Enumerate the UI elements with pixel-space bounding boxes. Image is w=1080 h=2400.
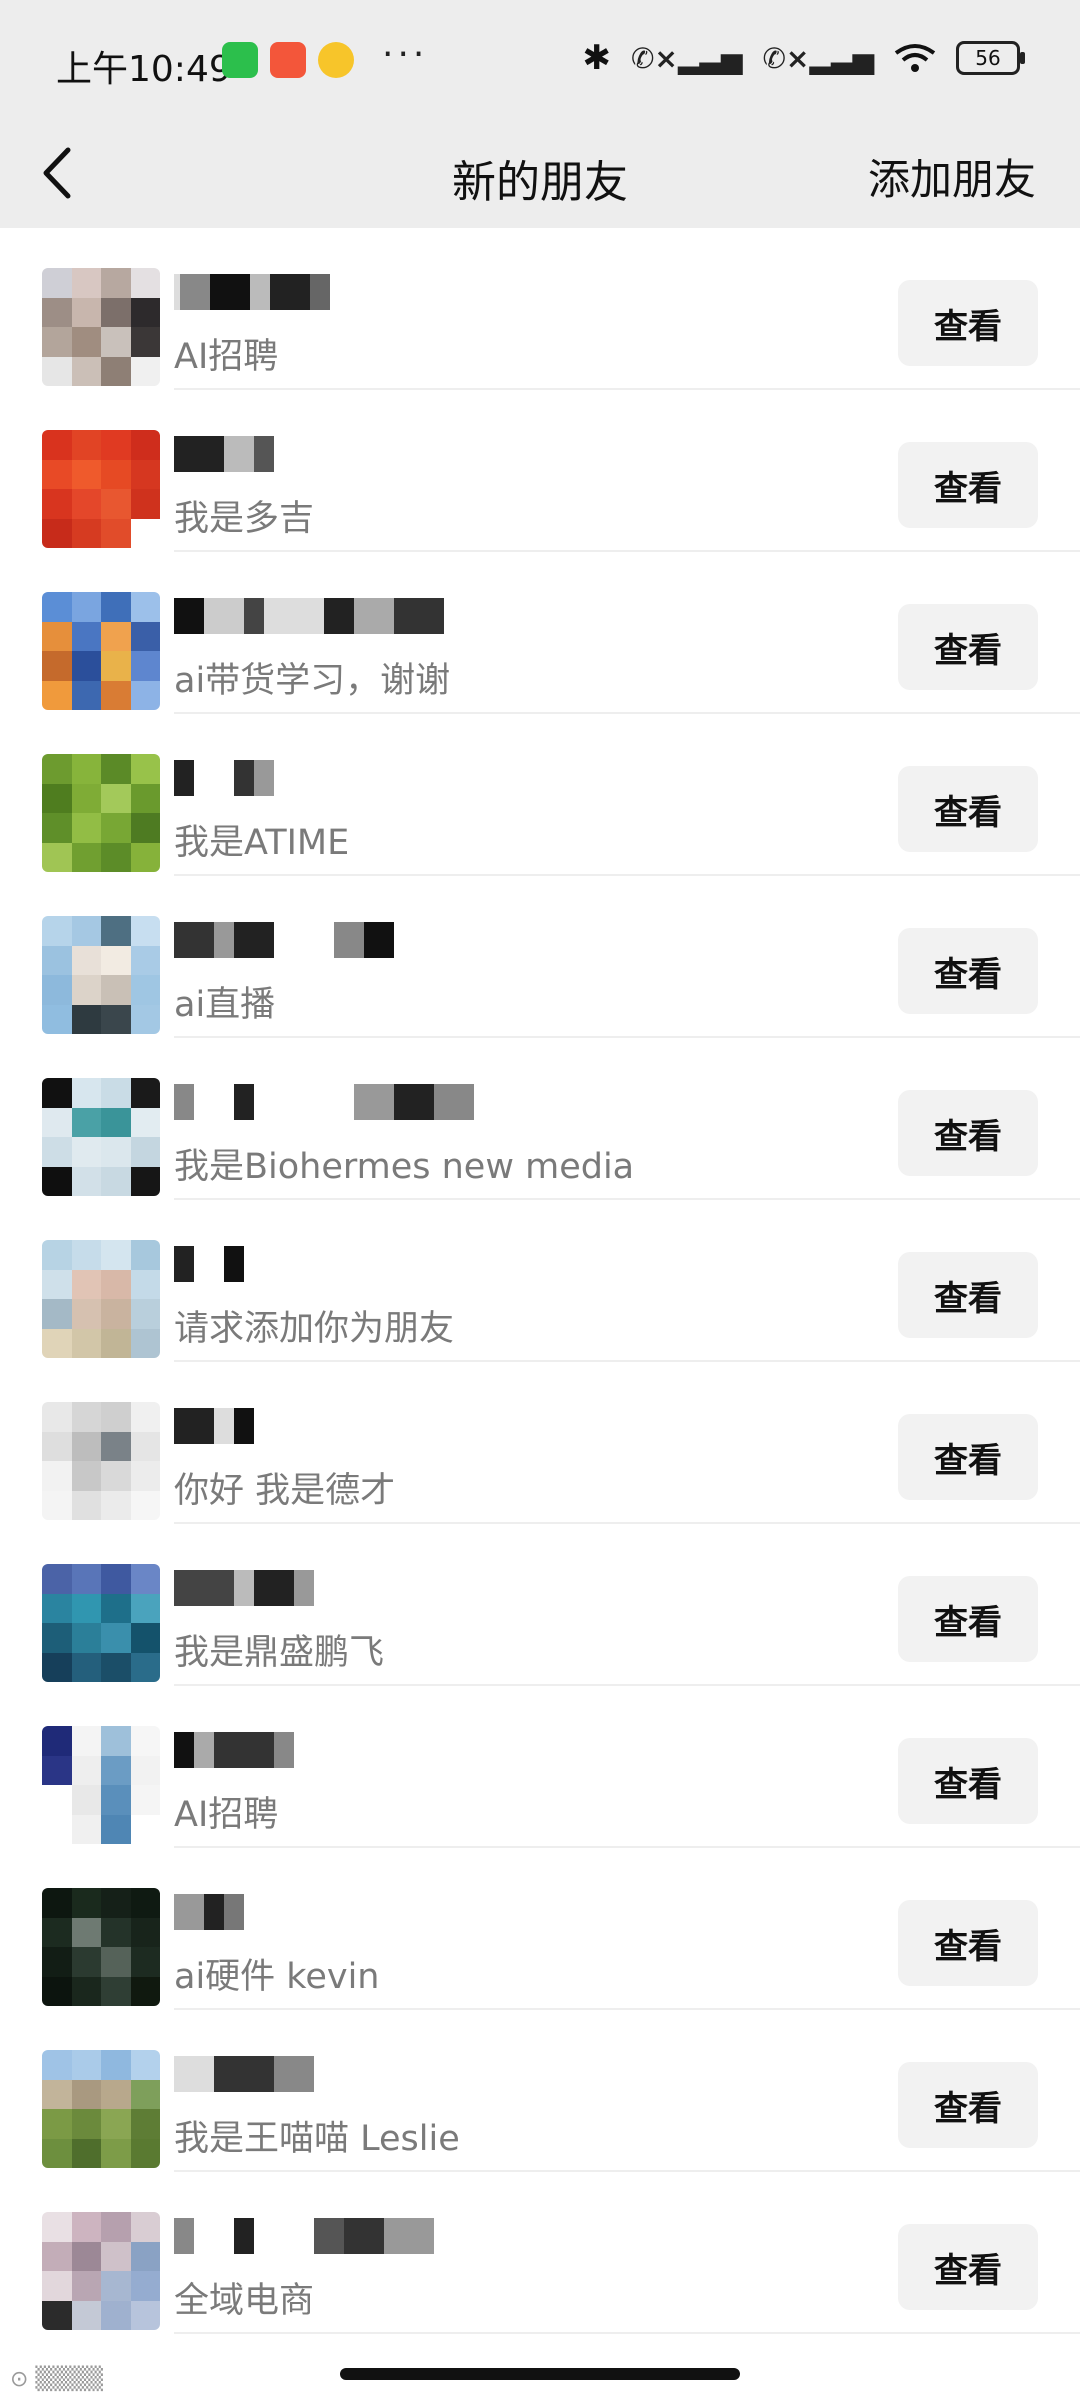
view-request-button[interactable]: 查看	[898, 2062, 1038, 2148]
request-message: 你好 我是德才	[174, 1471, 396, 1511]
view-request-button[interactable]: 查看	[898, 604, 1038, 690]
status-time: 上午10:49	[56, 49, 232, 90]
avatar[interactable]	[42, 1888, 160, 2006]
view-request-button[interactable]: 查看	[898, 1576, 1038, 1662]
request-message: ai硬件 kevin	[174, 1957, 380, 1997]
contact-name-redacted	[174, 1242, 594, 1286]
home-indicator[interactable]	[340, 2368, 740, 2380]
nav-header: 新的朋友 添加朋友	[0, 120, 1080, 228]
more-notifications-icon: ···	[382, 34, 429, 75]
avatar[interactable]	[42, 430, 160, 548]
friend-request-row[interactable]: ai硬件 kevin 查看	[0, 1848, 1080, 2010]
request-message: 我是多吉	[174, 499, 315, 539]
avatar[interactable]	[42, 1726, 160, 1844]
view-request-button[interactable]: 查看	[898, 928, 1038, 1014]
status-icons: ✱ ✆×▂▃▅ ✆×▂▃▅ 56	[582, 38, 1025, 78]
friend-request-row[interactable]: AI招聘 查看	[0, 1686, 1080, 1848]
friend-request-row[interactable]: 我是王喵喵 Leslie 查看	[0, 2010, 1080, 2172]
request-message: 我是王喵喵 Leslie	[174, 2119, 460, 2159]
view-request-button[interactable]: 查看	[898, 766, 1038, 852]
view-request-button[interactable]: 查看	[898, 1252, 1038, 1338]
avatar[interactable]	[42, 1402, 160, 1520]
view-request-button[interactable]: 查看	[898, 280, 1038, 366]
contact-name-redacted	[174, 1890, 594, 1934]
request-message: ai直播	[174, 985, 276, 1025]
contact-name-redacted	[174, 1566, 594, 1610]
add-friend-button[interactable]: 添加朋友	[868, 146, 1036, 207]
view-request-button[interactable]: 查看	[898, 1738, 1038, 1824]
weibo-icon	[318, 42, 354, 78]
view-request-button[interactable]: 查看	[898, 442, 1038, 528]
contact-name-redacted	[174, 918, 594, 962]
friend-request-row[interactable]: 我是Biohermes new media 查看	[0, 1038, 1080, 1200]
request-message: 我是Biohermes new media	[174, 1147, 635, 1187]
friend-request-list: AI招聘 查看 我是多吉 查看 ai带货学习，谢谢 查看 我是ATIME 查看 ai直播 查看 我是…	[0, 228, 1080, 2334]
request-message: 我是ATIME	[174, 823, 350, 863]
request-message: AI招聘	[174, 1795, 279, 1835]
wifi-icon	[894, 44, 936, 72]
signal-icon: ✆×▂▃▅	[630, 41, 743, 75]
watermark: ⊙ ▒▒▒▒	[10, 2367, 104, 2392]
view-request-button[interactable]: 查看	[898, 1414, 1038, 1500]
friend-request-row[interactable]: 我是鼎盛鹏飞 查看	[0, 1524, 1080, 1686]
contact-name-redacted	[174, 2052, 594, 2096]
view-request-button[interactable]: 查看	[898, 1090, 1038, 1176]
request-message: 请求添加你为朋友	[174, 1309, 455, 1349]
avatar[interactable]	[42, 592, 160, 710]
avatar[interactable]	[42, 916, 160, 1034]
friend-request-row[interactable]: ai直播 查看	[0, 876, 1080, 1038]
contact-name-redacted	[174, 1080, 594, 1124]
contact-name-redacted	[174, 594, 594, 638]
contact-name-redacted	[174, 756, 594, 800]
wechat-icon	[222, 42, 258, 78]
avatar[interactable]	[42, 2050, 160, 2168]
avatar[interactable]	[42, 1240, 160, 1358]
avatar[interactable]	[42, 1564, 160, 1682]
avatar[interactable]	[42, 268, 160, 386]
avatar[interactable]	[42, 2212, 160, 2330]
request-message: 全域电商	[174, 2281, 315, 2321]
friend-request-row[interactable]: 你好 我是德才 查看	[0, 1362, 1080, 1524]
contact-name-redacted	[174, 2214, 594, 2258]
contact-name-redacted	[174, 1728, 594, 1772]
view-request-button[interactable]: 查看	[898, 1900, 1038, 1986]
request-message: ai带货学习，谢谢	[174, 661, 451, 701]
avatar[interactable]	[42, 754, 160, 872]
friend-request-row[interactable]: 全域电商 查看	[0, 2172, 1080, 2334]
app-icon	[270, 42, 306, 78]
signal-icon-2: ✆×▂▃▅	[762, 41, 874, 75]
friend-request-row[interactable]: AI招聘 查看	[0, 228, 1080, 390]
contact-name-redacted	[174, 270, 594, 314]
contact-name-redacted	[174, 432, 594, 476]
avatar[interactable]	[42, 1078, 160, 1196]
friend-request-row[interactable]: 请求添加你为朋友 查看	[0, 1200, 1080, 1362]
friend-request-row[interactable]: 我是多吉 查看	[0, 390, 1080, 552]
request-message: 我是鼎盛鹏飞	[174, 1633, 385, 1673]
row-divider	[174, 2332, 1080, 2334]
friend-request-row[interactable]: ai带货学习，谢谢 查看	[0, 552, 1080, 714]
request-message: AI招聘	[174, 337, 279, 377]
contact-name-redacted	[174, 1404, 594, 1448]
bluetooth-icon: ✱	[582, 38, 611, 78]
friend-request-row[interactable]: 我是ATIME 查看	[0, 714, 1080, 876]
battery-icon: 56	[956, 41, 1025, 75]
view-request-button[interactable]: 查看	[898, 2224, 1038, 2310]
status-bar: 上午10:49 ··· ✱ ✆×▂▃▅ ✆×▂▃▅ 56	[0, 0, 1080, 120]
